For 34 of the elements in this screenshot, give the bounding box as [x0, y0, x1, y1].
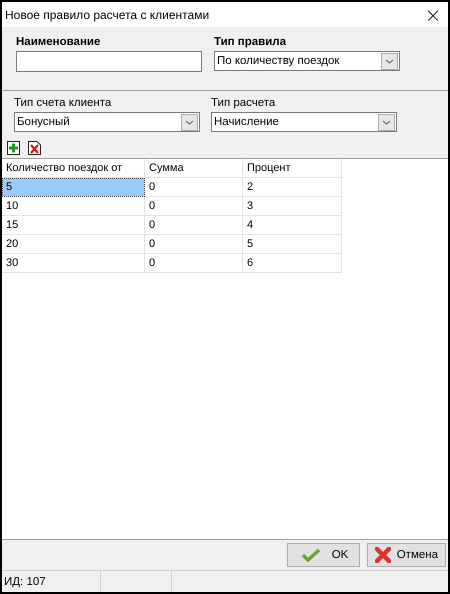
field-label: Тип расчета — [211, 97, 276, 109]
field-label: Тип счета клиента — [14, 97, 112, 109]
add-row-icon[interactable] — [7, 141, 20, 155]
column-header[interactable]: Процент — [242, 159, 342, 178]
table-cell: 30 — [2, 254, 144, 272]
table-cell: 5 — [2, 178, 144, 196]
checkmark-icon — [302, 548, 320, 562]
status-text: ИД: 107 — [2, 571, 101, 592]
table-cell: 2 — [242, 178, 342, 196]
table-cell: 4 — [242, 216, 342, 234]
ok-button[interactable]: OK — [286, 543, 360, 567]
dropdown[interactable]: Бонусный — [14, 112, 200, 132]
table-cell: 10 — [2, 196, 144, 216]
table-cell: 0 — [144, 254, 242, 272]
dropdown[interactable]: По количеству поездок — [214, 51, 400, 71]
window-title: Новое правило расчета с клиентами — [5, 8, 210, 22]
table-cell: 0 — [144, 216, 242, 234]
column-header[interactable]: Сумма — [144, 159, 242, 178]
close-button[interactable]: × — [418, 2, 448, 27]
table-cell: 3 — [242, 196, 342, 216]
field-label: Тип правила — [214, 36, 288, 48]
dropdown[interactable]: Начисление — [211, 112, 397, 132]
table-cell: 6 — [242, 254, 342, 272]
cross-icon — [374, 547, 391, 563]
table-cell: 0 — [144, 196, 242, 216]
name-field[interactable] — [16, 51, 202, 72]
table-cell: 0 — [144, 234, 242, 254]
table-cell: 0 — [144, 178, 242, 196]
table-cell: 15 — [2, 216, 144, 234]
table-cell: 20 — [2, 234, 144, 254]
table-cell: 5 — [242, 234, 342, 254]
cancel-button[interactable]: Отмена — [366, 543, 446, 567]
delete-row-icon[interactable] — [28, 141, 41, 155]
field-label: Наименование — [16, 36, 102, 48]
